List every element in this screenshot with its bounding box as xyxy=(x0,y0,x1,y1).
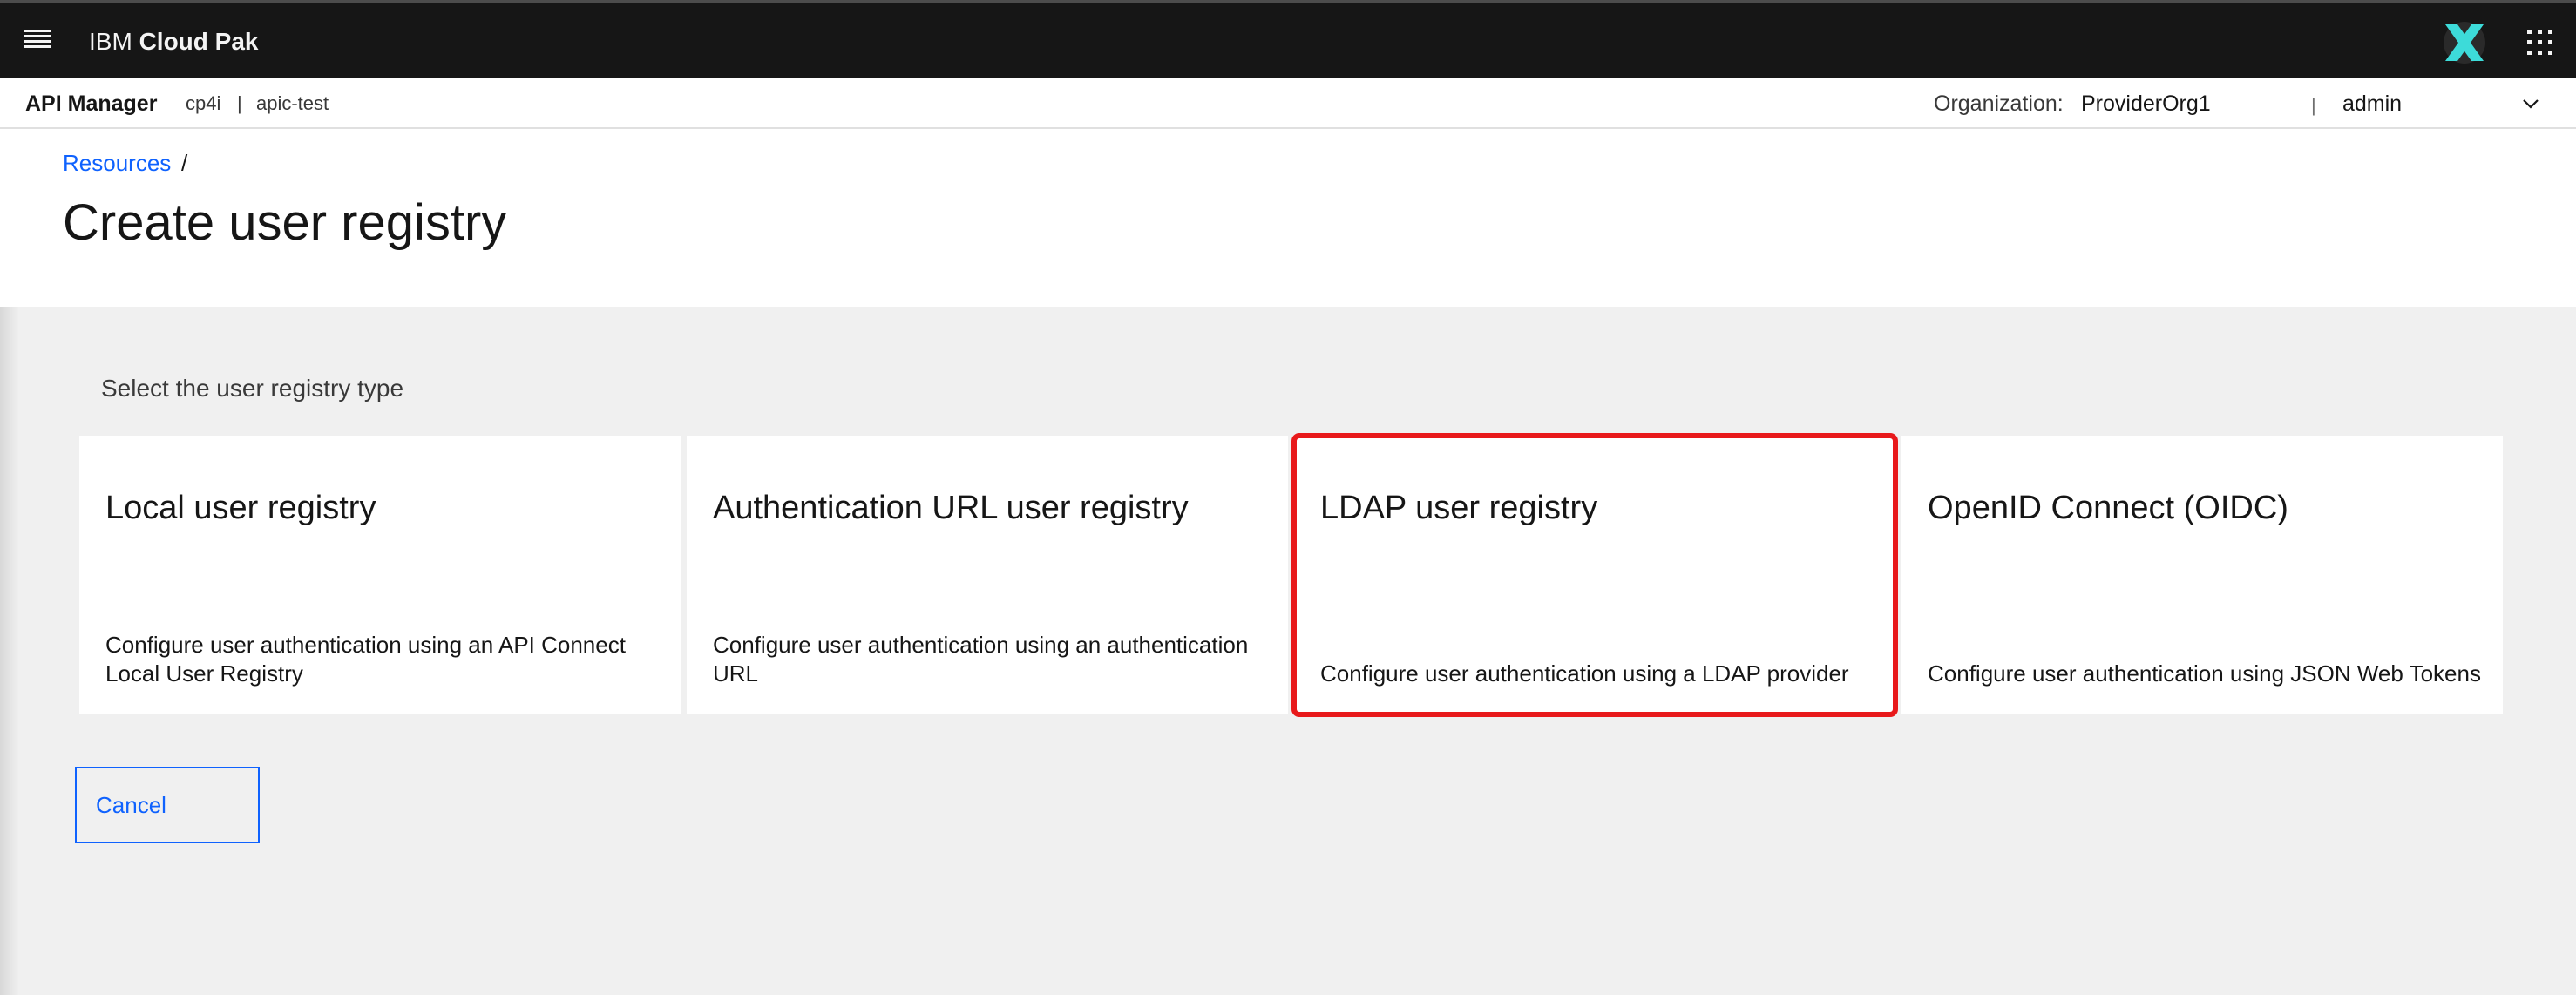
brand-ibm: IBM xyxy=(89,28,132,55)
brand-cloud-pak: Cloud Pak xyxy=(139,28,259,55)
organization-label: Organization: xyxy=(1934,91,2064,116)
app-switcher-icon[interactable] xyxy=(2527,30,2555,58)
tile-openid-connect[interactable]: OpenID Connect (OIDC) Configure user aut… xyxy=(1901,436,2503,714)
top-navigation-bar: IBM Cloud Pak xyxy=(0,0,2576,78)
user-menu[interactable]: admin xyxy=(2342,91,2402,117)
instance-name: cp4i xyxy=(186,92,221,114)
tile-title: OpenID Connect (OIDC) xyxy=(1928,490,2288,526)
context-header: API Manager cp4i | apic-test Organizatio… xyxy=(0,78,2576,129)
breadcrumb-separator: / xyxy=(181,150,188,176)
product-name: API Manager xyxy=(25,91,158,116)
organization-selector[interactable]: ProviderOrg1 xyxy=(2081,91,2211,117)
tile-description: Configure user authentication using JSON… xyxy=(1928,660,2481,687)
hamburger-menu-icon[interactable] xyxy=(24,30,51,49)
tile-title: LDAP user registry xyxy=(1320,490,1598,526)
tile-authentication-url-user-registry[interactable]: Authentication URL user registry Configu… xyxy=(687,436,1288,714)
registry-type-panel: Select the user registry type Local user… xyxy=(0,307,2576,995)
namespace-name: apic-test xyxy=(256,92,329,114)
breadcrumb-resources-link[interactable]: Resources xyxy=(63,150,171,177)
tile-description: Configure user authentication using an A… xyxy=(105,632,626,687)
tile-description: Configure user authentication using a LD… xyxy=(1320,660,1849,687)
chevron-down-icon[interactable] xyxy=(2521,94,2540,113)
user-separator: | xyxy=(2311,94,2316,116)
cloud-pak-logo-icon[interactable] xyxy=(2440,21,2489,64)
context-separator: | xyxy=(237,92,242,114)
product-brand: IBM Cloud Pak xyxy=(89,28,258,56)
tile-local-user-registry[interactable]: Local user registry Configure user authe… xyxy=(79,436,681,714)
registry-type-prompt: Select the user registry type xyxy=(101,375,404,402)
page-title: Create user registry xyxy=(63,194,507,251)
tile-ldap-user-registry[interactable]: LDAP user registry Configure user authen… xyxy=(1291,433,1898,717)
tile-title: Local user registry xyxy=(105,490,376,526)
tile-description: Configure user authentication using an a… xyxy=(713,632,1249,687)
tile-title: Authentication URL user registry xyxy=(713,490,1189,526)
side-panel-shadow xyxy=(0,307,19,995)
cancel-button[interactable]: Cancel xyxy=(75,767,260,843)
